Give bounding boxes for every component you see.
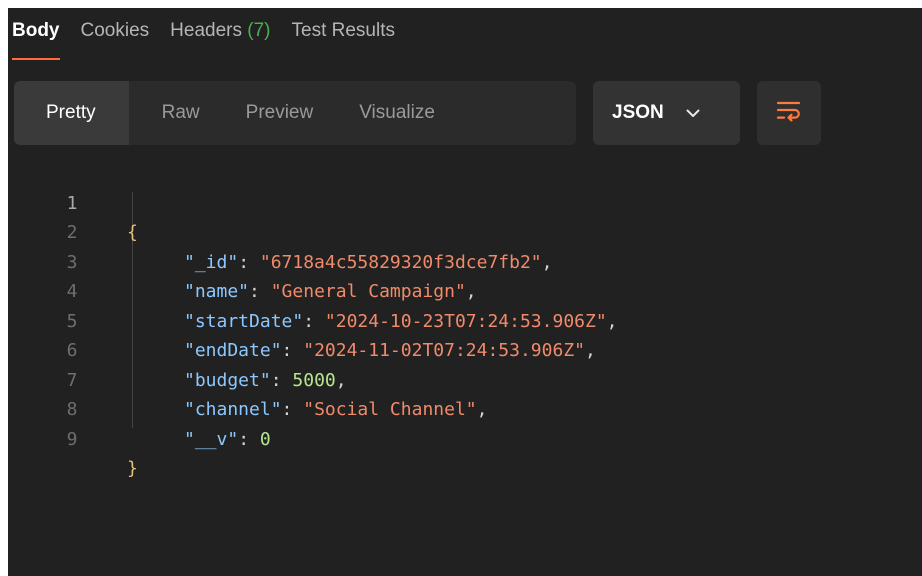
response-toolbar: Pretty Raw Preview Visualize JSON [14,81,821,145]
tab-cookies[interactable]: Cookies [81,20,150,52]
headers-count-badge: (7) [247,20,271,41]
view-mode-visualize-button[interactable]: Visualize [336,81,458,145]
tab-headers[interactable]: Headers (7) [170,20,270,52]
view-mode-raw-button[interactable]: Raw [129,81,223,145]
chevron-down-icon [686,105,700,121]
tab-test-results-label: Test Results [291,20,395,41]
close-brace: } [127,458,138,479]
code-line: 3 "name": "General Campaign", [8,218,922,303]
code-line: 7 "channel": "Social Channel", [8,336,922,421]
wrap-lines-icon [776,100,802,127]
tab-body-label: Body [12,20,60,41]
tab-headers-label: Headers [170,20,242,41]
format-selected-value: JSON [612,102,664,123]
view-mode-preview-button[interactable]: Preview [223,81,337,145]
code-line: 1 { [8,159,922,244]
format-dropdown[interactable]: JSON [593,81,740,145]
code-line: 5 "endDate": "2024-11-02T07:24:53.906Z", [8,277,922,362]
json-response-body[interactable]: 1 { 2 "_id": "6718a4c55829320f3dce7fb2",… [8,159,922,480]
view-mode-pretty-button[interactable]: Pretty [14,81,129,145]
line-number: 9 [66,428,78,450]
tab-cookies-label: Cookies [80,20,150,41]
tab-test-results[interactable]: Test Results [292,20,395,52]
code-line: 6 "budget": 5000, [8,307,922,391]
code-line: 4 "startDate": "2024-10-23T07:24:53.906Z… [8,248,922,332]
code-line: 9 } [8,395,922,480]
response-tabs: Body Cookies Headers (7) Test Results [8,8,922,70]
json-key: "__v" [184,428,239,450]
code-line: 8 "__v": 0 [8,366,922,450]
view-mode-selector: Pretty Raw Preview Visualize [14,81,576,145]
code-line: 2 "_id": "6718a4c55829320f3dce7fb2", [8,189,922,273]
response-panel: Body Cookies Headers (7) Test Results Pr… [8,8,922,576]
json-number-value: 0 [259,428,271,450]
wrap-lines-button[interactable] [757,81,821,145]
tab-body[interactable]: Body [12,20,60,60]
